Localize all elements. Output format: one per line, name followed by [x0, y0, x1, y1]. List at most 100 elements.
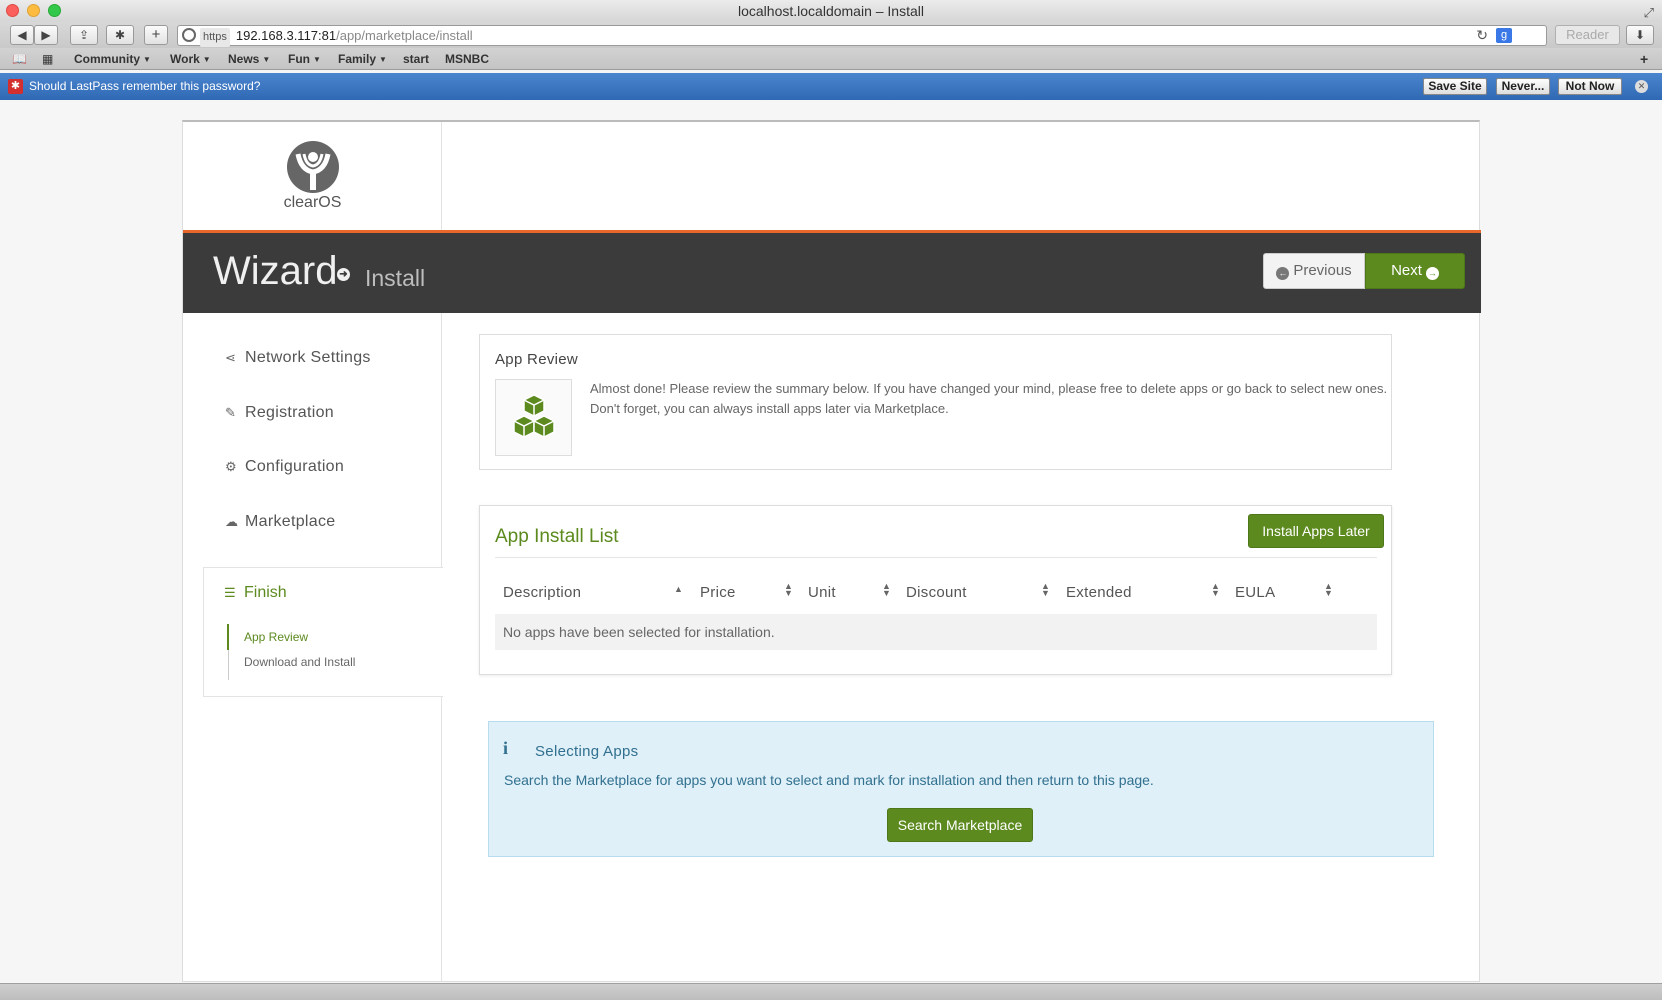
selecting-apps-alert: i Selecting Apps Search the Marketplace …	[488, 721, 1434, 857]
bookmark-news[interactable]: News ▼	[228, 48, 270, 71]
close-icon[interactable]: ✕	[1635, 80, 1648, 93]
app-review-image	[495, 379, 572, 456]
lastpass-icon: ✱	[8, 79, 23, 94]
column-header-description[interactable]: Description	[503, 584, 581, 601]
not-now-button[interactable]: Not Now	[1558, 78, 1622, 95]
sort-icon[interactable]: ▲ ▼	[784, 582, 793, 598]
lastpass-bar: ✱ Should LastPass remember this password…	[0, 73, 1662, 100]
back-button[interactable]: ◀	[10, 25, 34, 45]
sort-icon[interactable]: ▲ ▼	[1324, 582, 1333, 598]
app-review-title: App Review	[495, 351, 579, 368]
arrow-right-circle-icon: →	[1425, 267, 1439, 280]
previous-button[interactable]: ← Previous	[1263, 253, 1365, 289]
sidebar-item-finish[interactable]: ☰ Finish	[224, 584, 287, 602]
page-title: Wizard	[213, 249, 338, 293]
google-search-icon[interactable]: g	[1496, 28, 1512, 43]
reader-button[interactable]: Reader	[1555, 25, 1620, 45]
page-subtitle: Install	[365, 265, 426, 291]
window-bottom-bar	[0, 983, 1662, 1000]
column-header-price[interactable]: Price	[700, 584, 736, 601]
wizard-header: Wizard ➜ Install ← Previous Next →	[183, 233, 1481, 313]
bookmark-community[interactable]: Community ▼	[74, 48, 151, 71]
browser-toolbar: ◀ ▶ ⇪ ✱ + https 192.168.3.117:81/app/mark…	[0, 22, 1662, 48]
page-container: clearOS Wizard ➜ Install ← Previous Next →…	[182, 120, 1481, 982]
add-bookmark-icon[interactable]: +	[1640, 48, 1648, 70]
wizard-sidebar: ⋖ Network Settings ✎ Registration ⚙ Configu…	[183, 313, 443, 982]
logo[interactable]: clearOS	[183, 122, 442, 230]
selecting-apps-text: Search the Marketplace for apps you want…	[504, 772, 1154, 788]
app-install-list-panel: App Install List Install Apps Later Desc…	[479, 505, 1392, 675]
url-field[interactable]: https 192.168.3.117:81/app/marketplace/in…	[177, 25, 1547, 47]
bookmark-msnbc[interactable]: MSNBC	[445, 48, 489, 70]
column-header-eula[interactable]: EULA	[1235, 584, 1275, 601]
search-marketplace-button[interactable]: Search Marketplace	[887, 808, 1033, 842]
next-button[interactable]: Next →	[1365, 253, 1465, 289]
bookmark-start[interactable]: start	[403, 48, 429, 70]
chevron-down-icon: ▼	[379, 54, 387, 64]
substep-active-indicator	[227, 624, 229, 650]
site-icon	[182, 28, 196, 42]
sidebar-item-configuration[interactable]: ⚙ Configuration	[225, 458, 344, 476]
url-path: /app/marketplace/install	[336, 28, 473, 43]
save-site-button[interactable]: Save Site	[1423, 78, 1487, 95]
sidebar-section-finish: ☰ Finish App Review Download and Install	[203, 567, 443, 697]
arrow-left-circle-icon: ←	[1276, 267, 1290, 280]
column-header-discount[interactable]: Discount	[906, 584, 967, 601]
window-title: localhost.localdomain – Install	[738, 3, 924, 19]
lastpass-prompt: Should LastPass remember this password?	[29, 79, 261, 93]
sidebar-subitem-download-install[interactable]: Download and Install	[244, 655, 355, 669]
minimize-window-button[interactable]	[27, 4, 40, 17]
arrow-right-icon: ➜	[337, 268, 350, 281]
sort-icon[interactable]: ▲ ▼	[1041, 582, 1050, 598]
app-review-panel: App Review Almost done! Please review th…	[479, 334, 1392, 470]
bookmark-family[interactable]: Family ▼	[338, 48, 387, 71]
chevron-down-icon: ▼	[262, 54, 271, 64]
chevron-down-icon: ▼	[313, 54, 321, 64]
cloud-download-icon: ☁	[225, 514, 239, 529]
top-sites-icon[interactable]: ▦	[42, 48, 53, 70]
sort-icon[interactable]: ▲ ▼	[1211, 582, 1220, 598]
info-icon: i	[503, 738, 509, 758]
zoom-window-button[interactable]	[48, 4, 61, 17]
divider	[495, 557, 1377, 558]
reading-list-icon[interactable]: 📖	[12, 48, 27, 70]
fullscreen-icon[interactable]: ⤢	[1644, 2, 1654, 24]
install-apps-later-button[interactable]: Install Apps Later	[1248, 514, 1384, 548]
sort-ascending-icon[interactable]: ▲	[674, 585, 683, 594]
cubes-icon	[513, 394, 555, 438]
sidebar-item-registration[interactable]: ✎ Registration	[225, 404, 334, 422]
sidebar-subitem-app-review[interactable]: App Review	[244, 630, 308, 644]
window-controls	[6, 4, 61, 17]
sort-icon[interactable]: ▲ ▼	[882, 582, 891, 598]
clearos-logo-icon	[287, 141, 339, 193]
bookmark-fun[interactable]: Fun ▼	[288, 48, 321, 71]
chevron-down-icon: ▼	[143, 54, 151, 64]
chevron-down-icon: ▼	[202, 54, 211, 64]
list-icon: ☰	[224, 585, 236, 600]
logo-text: clearOS	[283, 194, 342, 211]
url-protocol: https	[200, 28, 230, 47]
never-button[interactable]: Never...	[1496, 78, 1550, 95]
share-icon: ⋖	[225, 350, 237, 365]
sidebar-item-marketplace[interactable]: ☁ Marketplace	[225, 513, 335, 531]
bookmark-work[interactable]: Work ▼	[170, 48, 211, 71]
app-review-text: Almost done! Please review the summary b…	[590, 381, 1388, 416]
downloads-button[interactable]: ⬇	[1626, 25, 1654, 45]
table-empty-row: No apps have been selected for installat…	[495, 614, 1377, 650]
pencil-icon: ✎	[225, 405, 237, 420]
share-button[interactable]: ⇪	[70, 25, 98, 45]
column-header-unit[interactable]: Unit	[808, 584, 836, 601]
gears-icon: ⚙	[225, 459, 237, 474]
window-titlebar: localhost.localdomain – Install ⤢	[0, 0, 1662, 22]
column-header-extended[interactable]: Extended	[1066, 584, 1132, 601]
url-host: 192.168.3.117:81	[235, 28, 337, 43]
app-install-list-title: App Install List	[495, 526, 619, 547]
close-window-button[interactable]	[6, 4, 19, 17]
bookmarks-bar: 📖 ▦ Community ▼ Work ▼ News ▼ Fun ▼ Family ▼ …	[0, 48, 1662, 70]
new-tab-button[interactable]: +	[144, 25, 168, 45]
forward-button[interactable]: ▶	[34, 25, 58, 45]
reload-icon[interactable]: ↻	[1476, 26, 1488, 45]
selecting-apps-title: Selecting Apps	[535, 743, 639, 760]
extensions-button[interactable]: ✱	[106, 25, 134, 45]
sidebar-item-network-settings[interactable]: ⋖ Network Settings	[225, 349, 371, 367]
